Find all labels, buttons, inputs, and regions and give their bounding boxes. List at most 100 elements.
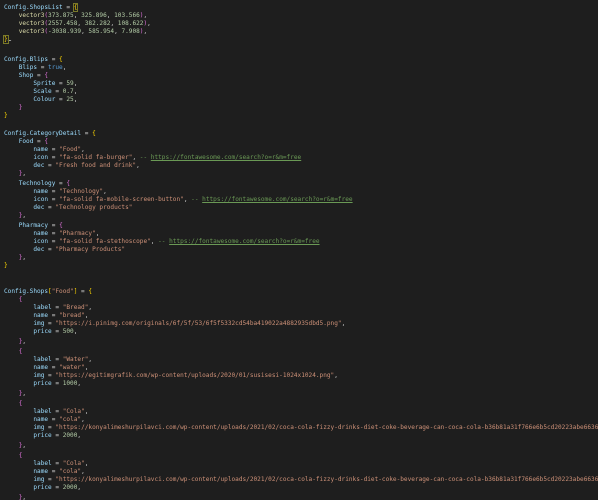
code-token-var: name	[33, 230, 49, 237]
code-line[interactable]: price = 2000,	[4, 432, 81, 440]
code-token-plain: …	[7, 36, 12, 43]
code-token-plain: =	[48, 230, 60, 237]
code-line[interactable]: },	[4, 170, 26, 178]
code-line[interactable]: name = "bread",	[4, 312, 88, 320]
code-line[interactable]: dec = "Pharmacy Products"	[4, 246, 125, 254]
code-token-plain: ,	[110, 20, 118, 27]
code-token-b1: {	[66, 180, 71, 187]
code-line[interactable]: label = "Cola",	[4, 460, 88, 468]
code-line[interactable]: label = "Cola",	[4, 408, 88, 416]
code-line[interactable]: Config.CategoryDetail = {	[4, 130, 96, 138]
code-line[interactable]: name = "water",	[4, 364, 88, 372]
code-line[interactable]: },	[4, 338, 26, 346]
code-line[interactable]: Config.Blips = {	[4, 56, 63, 64]
code-token-fn: vector3	[18, 28, 45, 35]
code-token-plain: =	[51, 356, 63, 363]
code-token-str: "fa-solid fa-mobile-screen-button"	[59, 196, 184, 203]
code-token-str: "cola"	[59, 468, 82, 475]
code-line[interactable]: }	[4, 104, 23, 112]
code-line[interactable]: img = "https://konyalimeshurpilavci.com/…	[4, 424, 598, 432]
code-line[interactable]: Shop = {	[4, 72, 48, 80]
code-line[interactable]: name = "Pharmacy",	[4, 230, 99, 238]
code-token-var: name	[33, 364, 49, 371]
code-line[interactable]: Config.Shops["Food"] = {	[4, 288, 92, 296]
code-line[interactable]: price = 500,	[4, 328, 77, 336]
code-line[interactable]: Food = {	[4, 138, 48, 146]
code-line[interactable]: price = 1000,	[4, 380, 81, 388]
code-line[interactable]: label = "Water",	[4, 356, 92, 364]
code-token-str: "water"	[59, 364, 85, 371]
code-token-plain: =	[48, 146, 60, 153]
code-line[interactable]: },	[4, 390, 26, 398]
code-line[interactable]: name = "Technology",	[4, 188, 106, 196]
code-token-num: 373.875	[48, 12, 74, 19]
code-line[interactable]: }	[4, 112, 8, 120]
code-editor[interactable]: Config.ShopsList = { vector3(373.875, 32…	[0, 0, 598, 500]
code-line[interactable]: {	[4, 400, 23, 408]
code-line[interactable]: icon = "fa-solid fa-mobile-screen-button…	[4, 196, 353, 204]
code-line[interactable]: },	[4, 494, 26, 500]
code-line[interactable]: icon = "fa-solid fa-burger", -- https://…	[4, 154, 301, 162]
code-token-var: label	[33, 356, 52, 363]
code-line[interactable]: vector3(373.875, 325.896, 103.566),	[4, 12, 147, 20]
code-line[interactable]: }	[4, 262, 8, 270]
code-token-plain: ,	[84, 408, 89, 415]
code-token-plain: ,	[22, 254, 27, 261]
code-line[interactable]: img = "https://egitimgrafik.com/wp-conte…	[4, 372, 338, 380]
code-line[interactable]: name = "cola",	[4, 468, 85, 476]
code-line[interactable]: },	[4, 442, 26, 450]
code-line[interactable]: Pharmacy = {	[4, 222, 63, 230]
code-token-num: -3038.939	[48, 28, 82, 35]
code-token-kw: true	[48, 64, 63, 71]
code-token-plain: =	[55, 180, 67, 187]
code-line[interactable]: vector3(-3038.939, 585.954, 7.908),	[4, 28, 147, 36]
code-token-str: "Technology"	[59, 188, 104, 195]
code-line[interactable]: {	[4, 296, 23, 304]
code-line[interactable]: Config.ShopsList = {	[4, 3, 79, 12]
code-line[interactable]: icon = "fa-solid fa-stethoscope", -- htt…	[4, 238, 319, 246]
code-line[interactable]: img = "https://konyalimeshurpilavci.com/…	[4, 476, 598, 484]
code-line[interactable]: Scale = 0.7,	[4, 88, 77, 96]
code-token-str: "https://konyalimeshurpilavci.com/wp-con…	[55, 424, 598, 431]
code-line[interactable]: dec = "Fresh food and drink",	[4, 162, 139, 170]
code-line[interactable]: Blips = true,	[4, 64, 67, 72]
code-token-plain: =	[51, 408, 63, 415]
code-token-b0: }	[4, 112, 8, 119]
code-token-var: dec	[33, 162, 45, 169]
code-line[interactable]: }…	[3, 35, 12, 44]
code-token-var: img	[33, 372, 45, 379]
code-line[interactable]: Sprite = 59,	[4, 80, 77, 88]
code-token-var: name	[33, 468, 49, 475]
code-line[interactable]: Colour = 25,	[4, 96, 77, 104]
code-line[interactable]: Technology = {	[4, 180, 70, 188]
code-line[interactable]: dec = "Technology products"	[4, 204, 132, 212]
code-token-plain: =	[62, 4, 74, 11]
code-line[interactable]: name = "cola",	[4, 416, 84, 424]
code-line[interactable]: },	[4, 254, 26, 262]
code-line[interactable]: label = "Bread",	[4, 304, 92, 312]
code-line[interactable]: img = "https://i.pinimg.com/originals/6f…	[4, 320, 345, 328]
code-token-var: icon	[33, 238, 49, 245]
code-line[interactable]: vector3(2557.458, 382.282, 108.622),	[4, 20, 151, 28]
code-token-num: 0.7	[62, 88, 74, 95]
code-token-url: https://fontawesome.com/search?o=r&m=fre…	[202, 196, 353, 203]
code-line[interactable]: },	[4, 212, 26, 220]
code-line[interactable]: price = 2000,	[4, 484, 81, 492]
code-line[interactable]: name = "Food",	[4, 146, 84, 154]
code-token-b1: {	[59, 222, 63, 229]
code-line[interactable]: {	[4, 348, 23, 356]
code-token-plain: ,	[81, 468, 85, 475]
code-token-plain: =	[44, 162, 56, 169]
code-line[interactable]: {	[4, 452, 23, 460]
code-token-str: "Fresh food and drink"	[55, 162, 137, 169]
